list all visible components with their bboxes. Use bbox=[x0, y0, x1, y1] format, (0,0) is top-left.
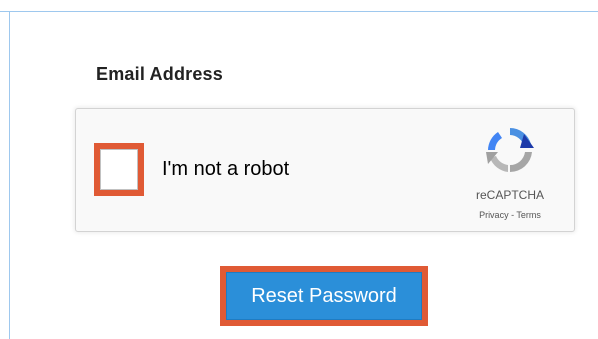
recaptcha-brand-text: reCAPTCHA bbox=[475, 188, 544, 202]
frame-border-left bbox=[9, 11, 10, 339]
captcha-checkbox-highlight bbox=[94, 143, 144, 196]
privacy-link[interactable]: Privacy bbox=[479, 210, 509, 220]
captcha-label: I'm not a robot bbox=[162, 158, 290, 180]
reset-password-button[interactable]: Reset Password bbox=[226, 272, 422, 320]
captcha-checkbox[interactable] bbox=[100, 149, 138, 190]
email-address-label: Email Address bbox=[96, 64, 223, 84]
recaptcha-links: Privacy - Terms bbox=[458, 210, 562, 220]
terms-link[interactable]: Terms bbox=[516, 210, 541, 220]
reset-password-page: Email Address I'm not a robot reCAPTCHA … bbox=[0, 0, 598, 339]
frame-border-top bbox=[0, 11, 598, 12]
recaptcha-logo-icon bbox=[486, 128, 534, 173]
